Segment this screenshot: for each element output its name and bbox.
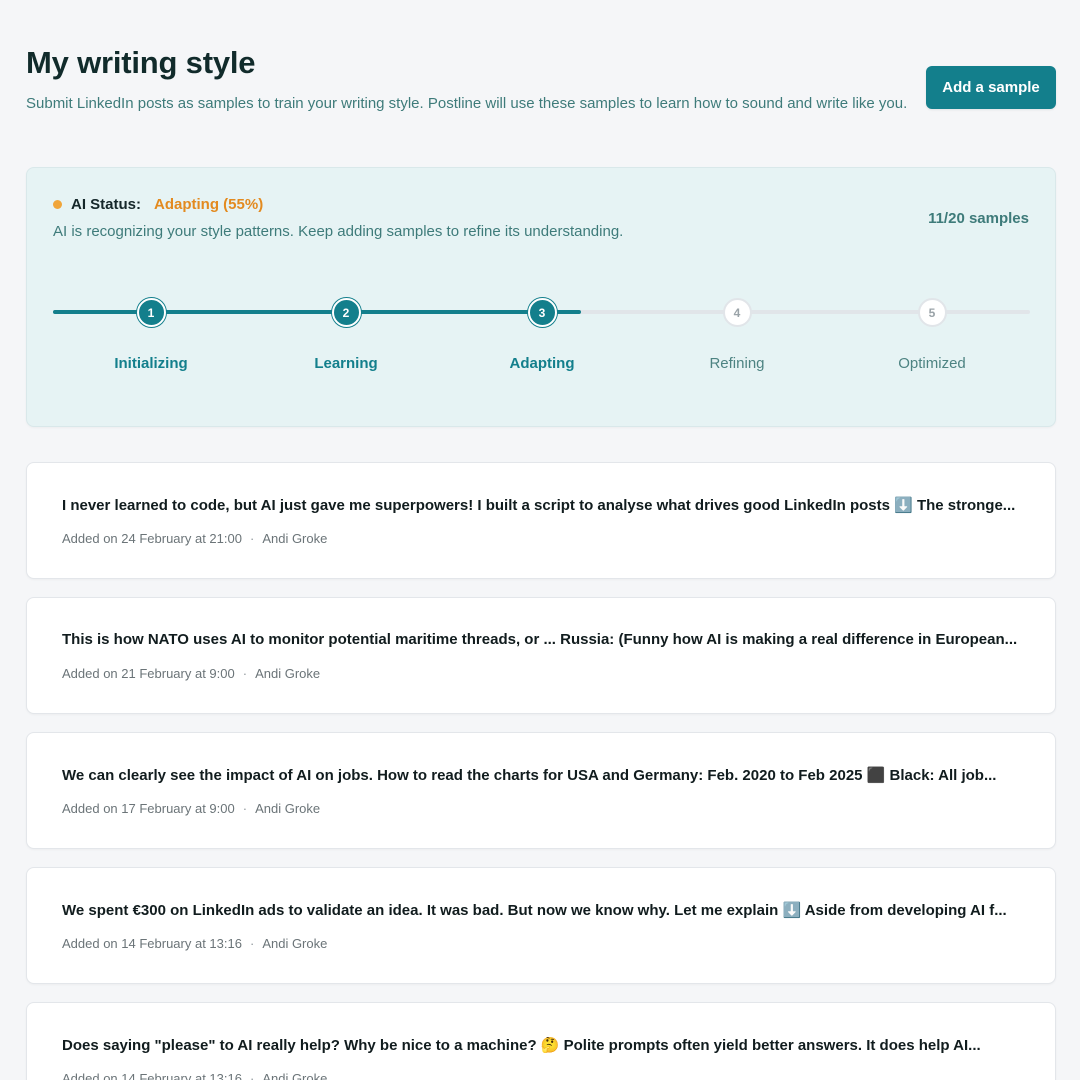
- samples-count: 11/20 samples: [928, 210, 1029, 227]
- step-initializing: 1 Initializing: [71, 298, 231, 372]
- sample-text: This is how NATO uses AI to monitor pote…: [62, 631, 1018, 648]
- sample-card[interactable]: We can clearly see the impact of AI on j…: [26, 732, 1056, 849]
- step-label: Adapting: [509, 355, 575, 372]
- sample-card[interactable]: Does saying "please" to AI really help? …: [26, 1002, 1056, 1080]
- step-label: Refining: [709, 355, 765, 372]
- sample-date: Added on 14 February at 13:16: [62, 1071, 242, 1080]
- page-title: My writing style: [26, 45, 256, 80]
- meta-separator: ·: [249, 936, 255, 951]
- page-subtitle: Submit LinkedIn posts as samples to trai…: [26, 95, 908, 112]
- sample-author: Andi Groke: [262, 531, 328, 546]
- writing-style-page: My writing style Submit LinkedIn posts a…: [0, 0, 1080, 1080]
- step-adapting: 3 Adapting: [462, 298, 622, 372]
- sample-text: Does saying "please" to AI really help? …: [62, 1037, 981, 1054]
- meta-separator: ·: [249, 531, 255, 546]
- add-sample-button[interactable]: Add a sample: [926, 66, 1056, 109]
- sample-date: Added on 14 February at 13:16: [62, 936, 242, 951]
- step-number: 4: [722, 298, 752, 327]
- sample-card[interactable]: I never learned to code, but AI just gav…: [26, 462, 1056, 579]
- sample-text: I never learned to code, but AI just gav…: [62, 497, 1016, 514]
- sample-author: Andi Groke: [255, 801, 321, 816]
- step-refining: 4 Refining: [657, 298, 817, 372]
- step-learning: 2 Learning: [266, 298, 426, 372]
- sample-meta: Added on 14 February at 13:16 · Andi Groke: [62, 1071, 327, 1080]
- progress-stepper: 1 Initializing 2 Learning 3 Adapting 4 R…: [53, 298, 1030, 378]
- status-dot-icon: [53, 200, 62, 209]
- step-number: 3: [527, 298, 557, 327]
- ai-status-row: AI Status: Adapting (55%): [53, 196, 263, 213]
- step-label: Learning: [314, 355, 378, 372]
- ai-status-value: Adapting (55%): [154, 196, 264, 213]
- sample-author: Andi Groke: [262, 936, 328, 951]
- meta-separator: ·: [242, 801, 248, 816]
- sample-author: Andi Groke: [255, 666, 321, 681]
- sample-text: We spent €300 on LinkedIn ads to validat…: [62, 902, 1007, 919]
- step-optimized: 5 Optimized: [852, 298, 1012, 372]
- page-header: My writing style Submit LinkedIn posts a…: [26, 44, 1056, 115]
- meta-separator: ·: [249, 1071, 255, 1080]
- step-label: Optimized: [898, 355, 966, 372]
- sample-date: Added on 24 February at 21:00: [62, 531, 242, 546]
- step-number: 5: [917, 298, 947, 327]
- sample-author: Andi Groke: [262, 1071, 328, 1080]
- ai-status-label: AI Status:: [71, 196, 142, 213]
- step-number: 2: [331, 298, 361, 327]
- sample-date: Added on 17 February at 9:00: [62, 801, 235, 816]
- sample-meta: Added on 24 February at 21:00 · Andi Groke: [62, 531, 327, 546]
- sample-meta: Added on 21 February at 9:00 · Andi Groke: [62, 666, 320, 681]
- sample-text: We can clearly see the impact of AI on j…: [62, 767, 997, 784]
- sample-meta: Added on 14 February at 13:16 · Andi Groke: [62, 936, 327, 951]
- sample-meta: Added on 17 February at 9:00 · Andi Groke: [62, 801, 320, 816]
- ai-status-description: AI is recognizing your style patterns. K…: [53, 223, 624, 240]
- sample-card[interactable]: We spent €300 on LinkedIn ads to validat…: [26, 867, 1056, 984]
- ai-status-card: AI Status: Adapting (55%) AI is recogniz…: [26, 167, 1056, 427]
- meta-separator: ·: [242, 666, 248, 681]
- step-label: Initializing: [114, 355, 188, 372]
- step-number: 1: [136, 298, 166, 327]
- sample-card[interactable]: This is how NATO uses AI to monitor pote…: [26, 597, 1056, 714]
- sample-date: Added on 21 February at 9:00: [62, 666, 235, 681]
